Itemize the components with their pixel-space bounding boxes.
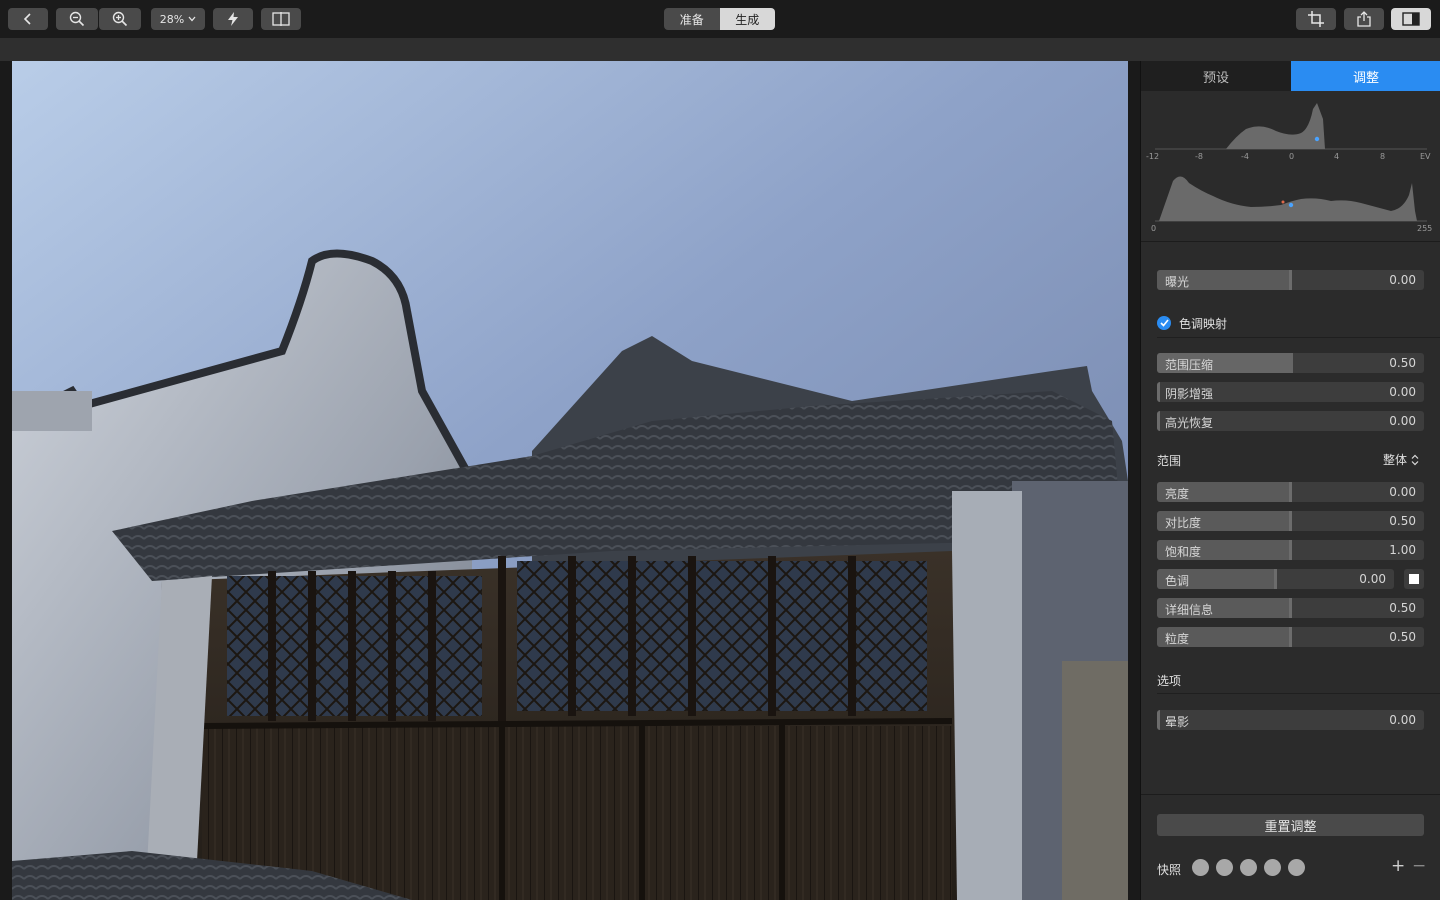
snapshot-slot[interactable]: [1240, 859, 1257, 876]
section-divider: [1157, 337, 1440, 338]
ev-tick: 4: [1334, 152, 1340, 161]
zoom-in-icon: [112, 11, 128, 27]
histogram-area: -12 -8 -4 0 4 8 EV 0 255: [1141, 91, 1440, 242]
hue-label: 色调: [1165, 574, 1190, 588]
chevron-updown-icon: [1411, 454, 1419, 465]
share-button[interactable]: [1344, 8, 1384, 30]
tonemap-title: 色调映射: [1179, 317, 1228, 331]
range-title: 范围: [1157, 454, 1182, 468]
sidebar-icon: [1402, 12, 1420, 26]
tonemap-checkbox[interactable]: [1157, 316, 1171, 330]
range-compression-value: 0.50: [1389, 356, 1416, 370]
mode-segmented-control: 准备 生成: [664, 8, 775, 30]
options-title: 选项: [1157, 674, 1182, 688]
auto-enhance-button[interactable]: [213, 8, 253, 30]
ev-tick: 0: [1289, 152, 1295, 161]
contrast-label: 对比度: [1165, 516, 1202, 530]
range-compression-slider[interactable]: 范围压缩 0.50: [1157, 353, 1424, 373]
ev-tick: EV: [1420, 152, 1431, 161]
highlight-recovery-label: 高光恢复: [1165, 416, 1214, 430]
snapshot-label: 快照: [1157, 863, 1182, 877]
luminance-tick: 0: [1151, 224, 1157, 233]
mode-generate-tab[interactable]: 生成: [719, 8, 775, 30]
hue-value: 0.00: [1359, 572, 1386, 586]
vignette-label: 晕影: [1165, 715, 1190, 729]
range-select[interactable]: 整体: [1383, 451, 1419, 468]
grain-label: 粒度: [1165, 632, 1190, 646]
lightning-icon: [228, 12, 238, 26]
luminance-tick: 255: [1417, 224, 1433, 233]
brightness-value: 0.00: [1389, 485, 1416, 499]
detail-label: 详细信息: [1165, 603, 1214, 617]
luminance-histogram: [1155, 176, 1427, 222]
zoom-in-button[interactable]: [99, 8, 141, 30]
exposure-label: 曝光: [1165, 275, 1190, 289]
brightness-slider[interactable]: 亮度 0.00: [1157, 482, 1424, 502]
saturation-value: 1.00: [1389, 543, 1416, 557]
hue-slider[interactable]: 色调 0.00: [1157, 569, 1394, 589]
range-compression-label: 范围压缩: [1165, 358, 1214, 372]
hue-color-swatch[interactable]: [1404, 569, 1424, 589]
crop-button[interactable]: [1296, 8, 1336, 30]
back-button[interactable]: [8, 8, 48, 30]
ev-tick: 8: [1380, 152, 1386, 161]
vignette-value: 0.00: [1389, 713, 1416, 727]
snapshot-slot[interactable]: [1192, 859, 1209, 876]
tab-adjust[interactable]: 调整: [1291, 61, 1440, 91]
remove-snapshot-button[interactable]: −: [1412, 856, 1426, 876]
section-divider: [1157, 693, 1440, 694]
saturation-slider[interactable]: 饱和度 1.00: [1157, 540, 1424, 560]
shadow-boost-label: 阴影增强: [1165, 387, 1214, 401]
compare-view-button[interactable]: [261, 8, 301, 30]
detail-slider[interactable]: 详细信息 0.50: [1157, 598, 1424, 618]
shadow-boost-value: 0.00: [1389, 385, 1416, 399]
contrast-value: 0.50: [1389, 514, 1416, 528]
split-view-icon: [272, 12, 290, 26]
sidebar-tabs: 预设 调整: [1141, 61, 1440, 91]
grain-slider[interactable]: 粒度 0.50: [1157, 627, 1424, 647]
contrast-slider[interactable]: 对比度 0.50: [1157, 511, 1424, 531]
edited-photo: [12, 61, 1128, 900]
ev-tick: -4: [1241, 152, 1249, 161]
checkmark-icon: [1159, 319, 1169, 327]
zoom-out-button[interactable]: [56, 8, 98, 30]
ev-tick: -8: [1195, 152, 1203, 161]
saturation-label: 饱和度: [1165, 545, 1202, 559]
exposure-slider[interactable]: 曝光 0.00: [1157, 270, 1424, 290]
adjustments-sidebar: 预设 调整 -12 -8 -4 0 4 8 EV 0 255 曝光 0.00 色…: [1140, 61, 1440, 900]
zoom-level-select[interactable]: 28%: [151, 8, 205, 30]
brightness-label: 亮度: [1165, 487, 1190, 501]
chevron-down-icon: [188, 16, 196, 22]
top-toolbar: 28% 准备 生成: [0, 0, 1440, 38]
snapshot-slot[interactable]: [1264, 859, 1281, 876]
zoom-out-icon: [69, 11, 85, 27]
grain-value: 0.50: [1389, 630, 1416, 644]
snapshot-slot[interactable]: [1288, 859, 1305, 876]
detail-value: 0.50: [1389, 601, 1416, 615]
canvas-header-strip: [0, 38, 1440, 61]
add-snapshot-button[interactable]: +: [1391, 856, 1405, 876]
section-divider: [1141, 794, 1440, 795]
crop-icon: [1308, 11, 1324, 27]
exposure-value: 0.00: [1389, 273, 1416, 287]
zoom-level-value: 28%: [159, 12, 185, 26]
range-select-value: 整体: [1383, 453, 1408, 467]
vignette-slider[interactable]: 晕影 0.00: [1157, 710, 1424, 730]
chevron-left-icon: [23, 13, 31, 25]
reset-adjustments-button[interactable]: 重置调整: [1157, 814, 1424, 836]
share-icon: [1357, 11, 1371, 27]
shadow-boost-slider[interactable]: 阴影增强 0.00: [1157, 382, 1424, 402]
ev-tick: -12: [1146, 152, 1160, 161]
toggle-sidebar-button[interactable]: [1391, 8, 1431, 30]
mode-prepare-tab[interactable]: 准备: [664, 8, 720, 30]
tab-presets[interactable]: 预设: [1141, 61, 1291, 91]
ev-histogram: [1155, 103, 1427, 150]
highlight-recovery-value: 0.00: [1389, 414, 1416, 428]
color-swatch-icon: [1409, 574, 1419, 584]
image-canvas[interactable]: [0, 61, 1140, 900]
snapshot-slot[interactable]: [1216, 859, 1233, 876]
highlight-recovery-slider[interactable]: 高光恢复 0.00: [1157, 411, 1424, 431]
